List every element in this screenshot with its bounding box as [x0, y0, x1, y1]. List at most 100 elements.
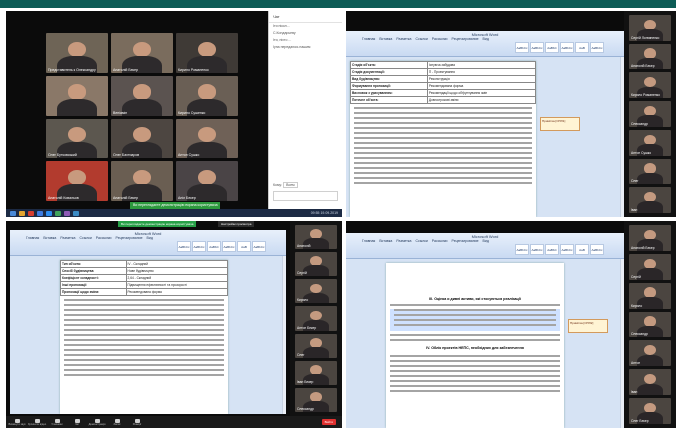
zoom-toolbar-button[interactable]: Зупинити відео — [28, 418, 46, 426]
ribbon-tab[interactable]: Рассылки — [96, 236, 112, 240]
ribbon-tab[interactable]: Рассылки — [432, 239, 448, 243]
view-options-button[interactable]: Настройки просмотра — [218, 221, 255, 227]
style-preset-button[interactable]: AaBbCc — [530, 42, 544, 53]
ribbon-tab[interactable]: Рассылки — [432, 37, 448, 41]
opera-icon[interactable] — [28, 210, 34, 216]
zoom-toolbar-button[interactable]: Вимкнути звук — [8, 418, 26, 426]
participant-video-thumb[interactable]: Сергій — [295, 252, 337, 277]
participant-video-thumb[interactable]: Сергій Логвиненко — [629, 15, 671, 41]
participant-video-thumb[interactable]: Олександр — [295, 387, 337, 412]
participant-video-tile[interactable]: Анатолій Бекер — [111, 33, 173, 73]
chat-input[interactable] — [273, 191, 338, 201]
participant-video-tile[interactable]: Представитель к Олександру — [46, 33, 108, 73]
style-preset-button[interactable]: AaBbCc — [252, 241, 266, 252]
participant-video-thumb[interactable]: Антон — [629, 340, 671, 367]
participant-video-thumb[interactable]: Кирило Романенко — [629, 72, 671, 99]
ribbon-tab[interactable]: Ссылки — [415, 239, 427, 243]
vertical-scrollbar[interactable] — [282, 256, 286, 414]
participant-video-tile[interactable] — [46, 75, 108, 116]
participant-video-tile[interactable]: Анатолій Бекер — [111, 161, 173, 201]
zoom-toolbar-button[interactable]: Запис — [112, 418, 122, 426]
ribbon-tab[interactable]: Вставка — [379, 37, 392, 41]
participant-name: Іван Бекер — [297, 379, 314, 384]
style-preset-button[interactable]: AaBbCc — [192, 241, 206, 252]
participant-video-thumb[interactable]: Олександр — [629, 101, 671, 127]
participant-video-tile[interactable]: Аніл Бекер — [176, 161, 238, 201]
participant-video-tile[interactable]: Олег Бахтиаров — [111, 118, 173, 159]
ribbon-tab[interactable]: Главная — [362, 239, 375, 243]
participant-video-thumb[interactable]: Кирило — [629, 282, 671, 309]
style-preset-button[interactable]: AaBbCc — [515, 42, 529, 53]
zoom-toolbar-button[interactable]: Чат — [72, 418, 82, 426]
style-preset-button[interactable]: AaBbCc — [590, 42, 604, 53]
ribbon-tab[interactable]: Главная — [26, 236, 39, 240]
viber-icon[interactable] — [64, 210, 70, 216]
ribbon-tab[interactable]: Рецензирование — [452, 239, 479, 243]
ribbon-tab[interactable]: Вставка — [379, 239, 392, 243]
style-preset-button[interactable]: AaBbCc — [515, 244, 529, 255]
ribbon-tab[interactable]: Вставка — [43, 236, 56, 240]
word-icon[interactable] — [37, 210, 43, 216]
participant-video-thumb[interactable]: Анатолій Бекер — [629, 43, 671, 70]
ribbon-tab[interactable]: Рецензирование — [116, 236, 143, 240]
participant-name: Анатолій Бекер — [113, 67, 139, 72]
ribbon-tab[interactable]: Разметка — [396, 37, 411, 41]
zoom-icon[interactable] — [46, 210, 52, 216]
leave-button[interactable]: Вийти — [321, 419, 336, 425]
ribbon-tab[interactable]: Рецензирование — [452, 37, 479, 41]
review-comment[interactable]: Примітка [ОПЛ2] — [568, 319, 608, 333]
explorer-icon[interactable] — [19, 210, 25, 216]
zoom-toolbar-button[interactable]: Реакції — [132, 418, 142, 426]
ribbon-tab[interactable]: Разметка — [60, 236, 75, 240]
participant-video-thumb[interactable]: Антон Сушко — [629, 129, 671, 156]
style-preset-button[interactable]: AaBbCc — [590, 244, 604, 255]
participant-video-thumb[interactable]: Антон Бекер — [295, 306, 337, 331]
style-preset-button[interactable]: AaBbC — [545, 42, 559, 53]
style-preset-button[interactable]: AaBbC — [545, 244, 559, 255]
chrome-icon[interactable] — [55, 210, 61, 216]
review-comment[interactable]: Примітка [ОПЛ1] — [540, 117, 580, 131]
participant-video-thumb[interactable]: Іван — [629, 369, 671, 396]
participant-video-tile[interactable]: Кирило Романенко — [176, 33, 238, 73]
ribbon-tab[interactable]: Разметка — [396, 239, 411, 243]
participant-video-thumb[interactable]: Олег — [629, 158, 671, 185]
zoom-toolbar-button[interactable]: Демонстрація — [89, 418, 105, 426]
style-preset-button[interactable]: AaBbCc — [530, 244, 544, 255]
participant-video-thumb[interactable]: Іван Бекер — [295, 360, 337, 385]
style-preset-button[interactable]: AaB — [575, 244, 589, 255]
participant-video-thumb[interactable]: Анатолій — [295, 225, 337, 250]
participant-video-tile[interactable]: Антон Сушко — [176, 118, 238, 159]
screen-share-notice[interactable]: Ви переглядаєте демонстрацію екрана кори… — [118, 221, 197, 227]
ribbon-tab[interactable]: Ссылки — [79, 236, 91, 240]
participant-video-thumb[interactable]: Олег Бекер — [629, 398, 671, 425]
ribbon-tab[interactable]: Вид — [483, 37, 489, 41]
start-icon[interactable] — [10, 210, 16, 216]
style-preset-button[interactable]: AaBbC — [207, 241, 221, 252]
ribbon-tab[interactable]: Ссылки — [415, 37, 427, 41]
style-preset-button[interactable]: AaBbCc — [560, 42, 574, 53]
participant-video-thumb[interactable]: Анатолій Бекер — [629, 225, 671, 251]
participant-video-thumb[interactable]: Олег — [295, 333, 337, 358]
participant-video-thumb[interactable]: Кирило — [295, 279, 337, 304]
ribbon-tab[interactable]: Вид — [483, 239, 489, 243]
style-preset-button[interactable]: AaBbCc — [177, 241, 191, 252]
participant-video-thumb[interactable]: Олександр — [629, 311, 671, 338]
style-preset-button[interactable]: AaBbCc — [222, 241, 236, 252]
chat-to-select[interactable]: Всем — [283, 182, 298, 188]
ribbon-tab[interactable]: Главная — [362, 37, 375, 41]
selected-paragraph[interactable] — [390, 309, 560, 331]
zoom-toolbar-button[interactable]: Учасники — [51, 418, 63, 426]
participant-video-tile[interactable]: Веніамін — [111, 75, 173, 116]
participant-video-thumb[interactable]: Іван — [629, 187, 671, 214]
participant-video-tile[interactable]: Анатолій Ковальов — [46, 161, 108, 201]
participant-video-tile[interactable]: Кирило Сушенко — [176, 75, 238, 116]
ribbon-tab[interactable]: Вид — [147, 236, 153, 240]
participant-video-thumb[interactable]: Сергій — [629, 253, 671, 280]
participant-video-tile[interactable]: Олег Бутковський — [46, 118, 108, 159]
skype-icon[interactable] — [73, 210, 79, 216]
chat-to-row[interactable]: Кому: Всем — [269, 182, 302, 189]
style-preset-button[interactable]: AaB — [237, 241, 251, 252]
style-preset-button[interactable]: AaB — [575, 42, 589, 53]
style-preset-button[interactable]: AaBbCc — [560, 244, 574, 255]
zoom-toolbar: Вимкнути звук Зупинити відео Учасники Чат Де… — [6, 416, 342, 428]
